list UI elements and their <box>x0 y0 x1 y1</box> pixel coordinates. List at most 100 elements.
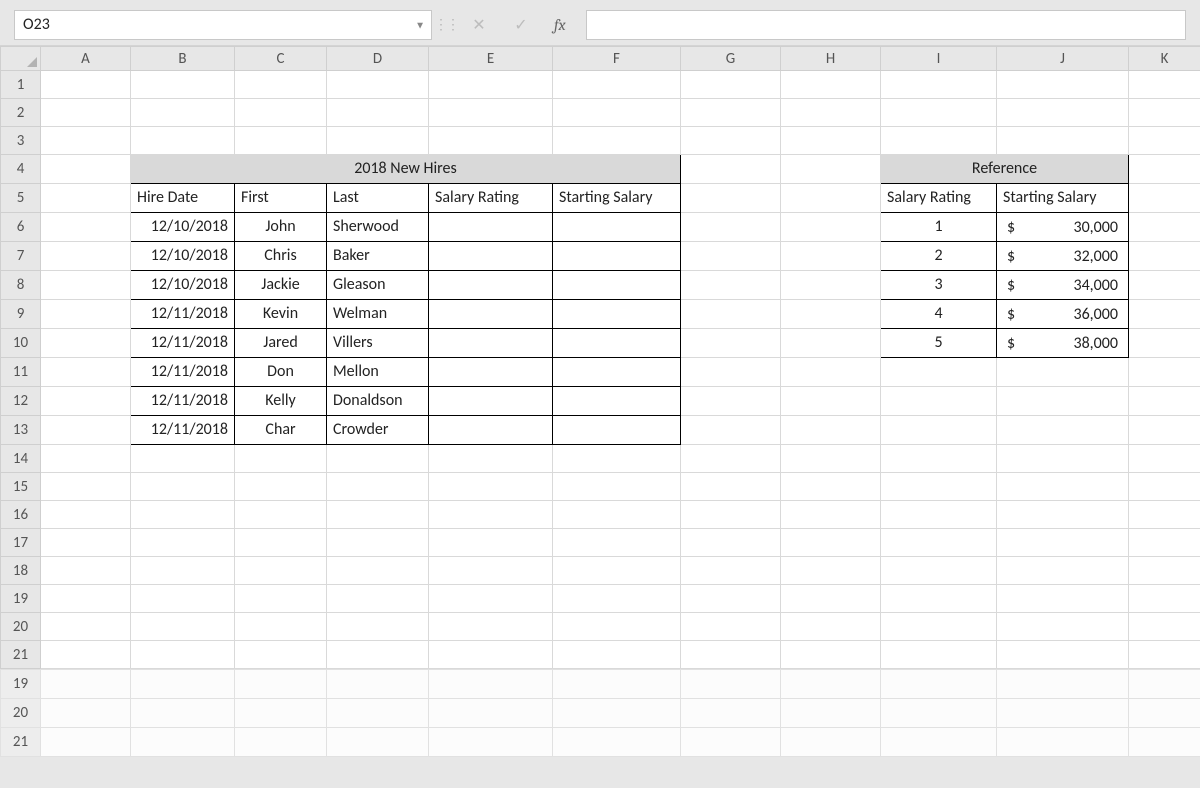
salary-6[interactable] <box>553 387 681 416</box>
row-header-16[interactable]: 16 <box>1 501 41 529</box>
cell-A15[interactable] <box>41 473 131 501</box>
hire-date-2[interactable]: 12/10/2018 <box>131 271 235 300</box>
cell-H13[interactable] <box>781 416 881 445</box>
cell-K11[interactable] <box>1129 358 1200 387</box>
main-header-3[interactable]: Salary Rating <box>429 184 553 213</box>
cell-I16[interactable] <box>881 501 997 529</box>
cell-A17[interactable] <box>41 529 131 557</box>
row-header-21[interactable]: 21 <box>1 641 41 669</box>
cell-K14[interactable] <box>1129 445 1200 473</box>
last-0[interactable]: Sherwood <box>327 213 429 242</box>
cell-H7[interactable] <box>781 242 881 271</box>
cell-J15[interactable] <box>997 473 1129 501</box>
cell-G18[interactable] <box>681 557 781 585</box>
rating-1[interactable] <box>429 242 553 271</box>
cell-J3[interactable] <box>997 127 1129 155</box>
row-header-18[interactable]: 18 <box>1 557 41 585</box>
cell-D16[interactable] <box>327 501 429 529</box>
row-header-15[interactable]: 15 <box>1 473 41 501</box>
row-header-14[interactable]: 14 <box>1 445 41 473</box>
cell-H8[interactable] <box>781 271 881 300</box>
cell-F18[interactable] <box>553 557 681 585</box>
ref-rating-3[interactable]: 4 <box>881 300 997 329</box>
salary-2[interactable] <box>553 271 681 300</box>
cell-E14[interactable] <box>429 445 553 473</box>
first-5[interactable]: Don <box>235 358 327 387</box>
cell-C1[interactable] <box>235 71 327 99</box>
main-header-1[interactable]: First <box>235 184 327 213</box>
cell-A18[interactable] <box>41 557 131 585</box>
cell-B14[interactable] <box>131 445 235 473</box>
cell-A13[interactable] <box>41 416 131 445</box>
cell-C16[interactable] <box>235 501 327 529</box>
cell-A14[interactable] <box>41 445 131 473</box>
cell-H10[interactable] <box>781 329 881 358</box>
cell-K13[interactable] <box>1129 416 1200 445</box>
cell-J21[interactable] <box>997 641 1129 669</box>
ref-rating-1[interactable]: 2 <box>881 242 997 271</box>
cell-A16[interactable] <box>41 501 131 529</box>
cell-J14[interactable] <box>997 445 1129 473</box>
cell-C18[interactable] <box>235 557 327 585</box>
cell-J18[interactable] <box>997 557 1129 585</box>
rating-4[interactable] <box>429 329 553 358</box>
cell-C21[interactable] <box>235 641 327 669</box>
cell-E17[interactable] <box>429 529 553 557</box>
last-4[interactable]: Villers <box>327 329 429 358</box>
cell-H19[interactable] <box>781 585 881 613</box>
cell-H18[interactable] <box>781 557 881 585</box>
cell-D1[interactable] <box>327 71 429 99</box>
cell-I14[interactable] <box>881 445 997 473</box>
cell-J13[interactable] <box>997 416 1129 445</box>
first-1[interactable]: Chris <box>235 242 327 271</box>
hire-date-7[interactable]: 12/11/2018 <box>131 416 235 445</box>
cell-D21[interactable] <box>327 641 429 669</box>
cell-I20[interactable] <box>881 613 997 641</box>
main-header-0[interactable]: Hire Date <box>131 184 235 213</box>
cell-A10[interactable] <box>41 329 131 358</box>
last-2[interactable]: Gleason <box>327 271 429 300</box>
row-header-4[interactable]: 4 <box>1 155 41 184</box>
col-header-B[interactable]: B <box>131 47 235 71</box>
cell-G21[interactable] <box>681 641 781 669</box>
cell-K1[interactable] <box>1129 71 1200 99</box>
hire-date-1[interactable]: 12/10/2018 <box>131 242 235 271</box>
cell-F16[interactable] <box>553 501 681 529</box>
cell-H2[interactable] <box>781 99 881 127</box>
cell-E19[interactable] <box>429 585 553 613</box>
cell-I11[interactable] <box>881 358 997 387</box>
cell-K3[interactable] <box>1129 127 1200 155</box>
rating-0[interactable] <box>429 213 553 242</box>
row-header-7[interactable]: 7 <box>1 242 41 271</box>
cell-H5[interactable] <box>781 184 881 213</box>
row-header-10[interactable]: 10 <box>1 329 41 358</box>
cell-I21[interactable] <box>881 641 997 669</box>
cell-H6[interactable] <box>781 213 881 242</box>
last-7[interactable]: Crowder <box>327 416 429 445</box>
cell-D20[interactable] <box>327 613 429 641</box>
cell-D17[interactable] <box>327 529 429 557</box>
cell-A19[interactable] <box>41 585 131 613</box>
cell-H17[interactable] <box>781 529 881 557</box>
ref-rating-2[interactable]: 3 <box>881 271 997 300</box>
cell-F1[interactable] <box>553 71 681 99</box>
cell-B1[interactable] <box>131 71 235 99</box>
cell-G9[interactable] <box>681 300 781 329</box>
cell-I13[interactable] <box>881 416 997 445</box>
cell-K2[interactable] <box>1129 99 1200 127</box>
hire-date-0[interactable]: 12/10/2018 <box>131 213 235 242</box>
cell-H3[interactable] <box>781 127 881 155</box>
cell-K19[interactable] <box>1129 585 1200 613</box>
cell-J2[interactable] <box>997 99 1129 127</box>
col-header-I[interactable]: I <box>881 47 997 71</box>
cell-H21[interactable] <box>781 641 881 669</box>
ref-rating-0[interactable]: 1 <box>881 213 997 242</box>
salary-0[interactable] <box>553 213 681 242</box>
cell-G4[interactable] <box>681 155 781 184</box>
cell-G11[interactable] <box>681 358 781 387</box>
cell-G3[interactable] <box>681 127 781 155</box>
cell-K8[interactable] <box>1129 271 1200 300</box>
cell-G7[interactable] <box>681 242 781 271</box>
cell-G8[interactable] <box>681 271 781 300</box>
salary-4[interactable] <box>553 329 681 358</box>
